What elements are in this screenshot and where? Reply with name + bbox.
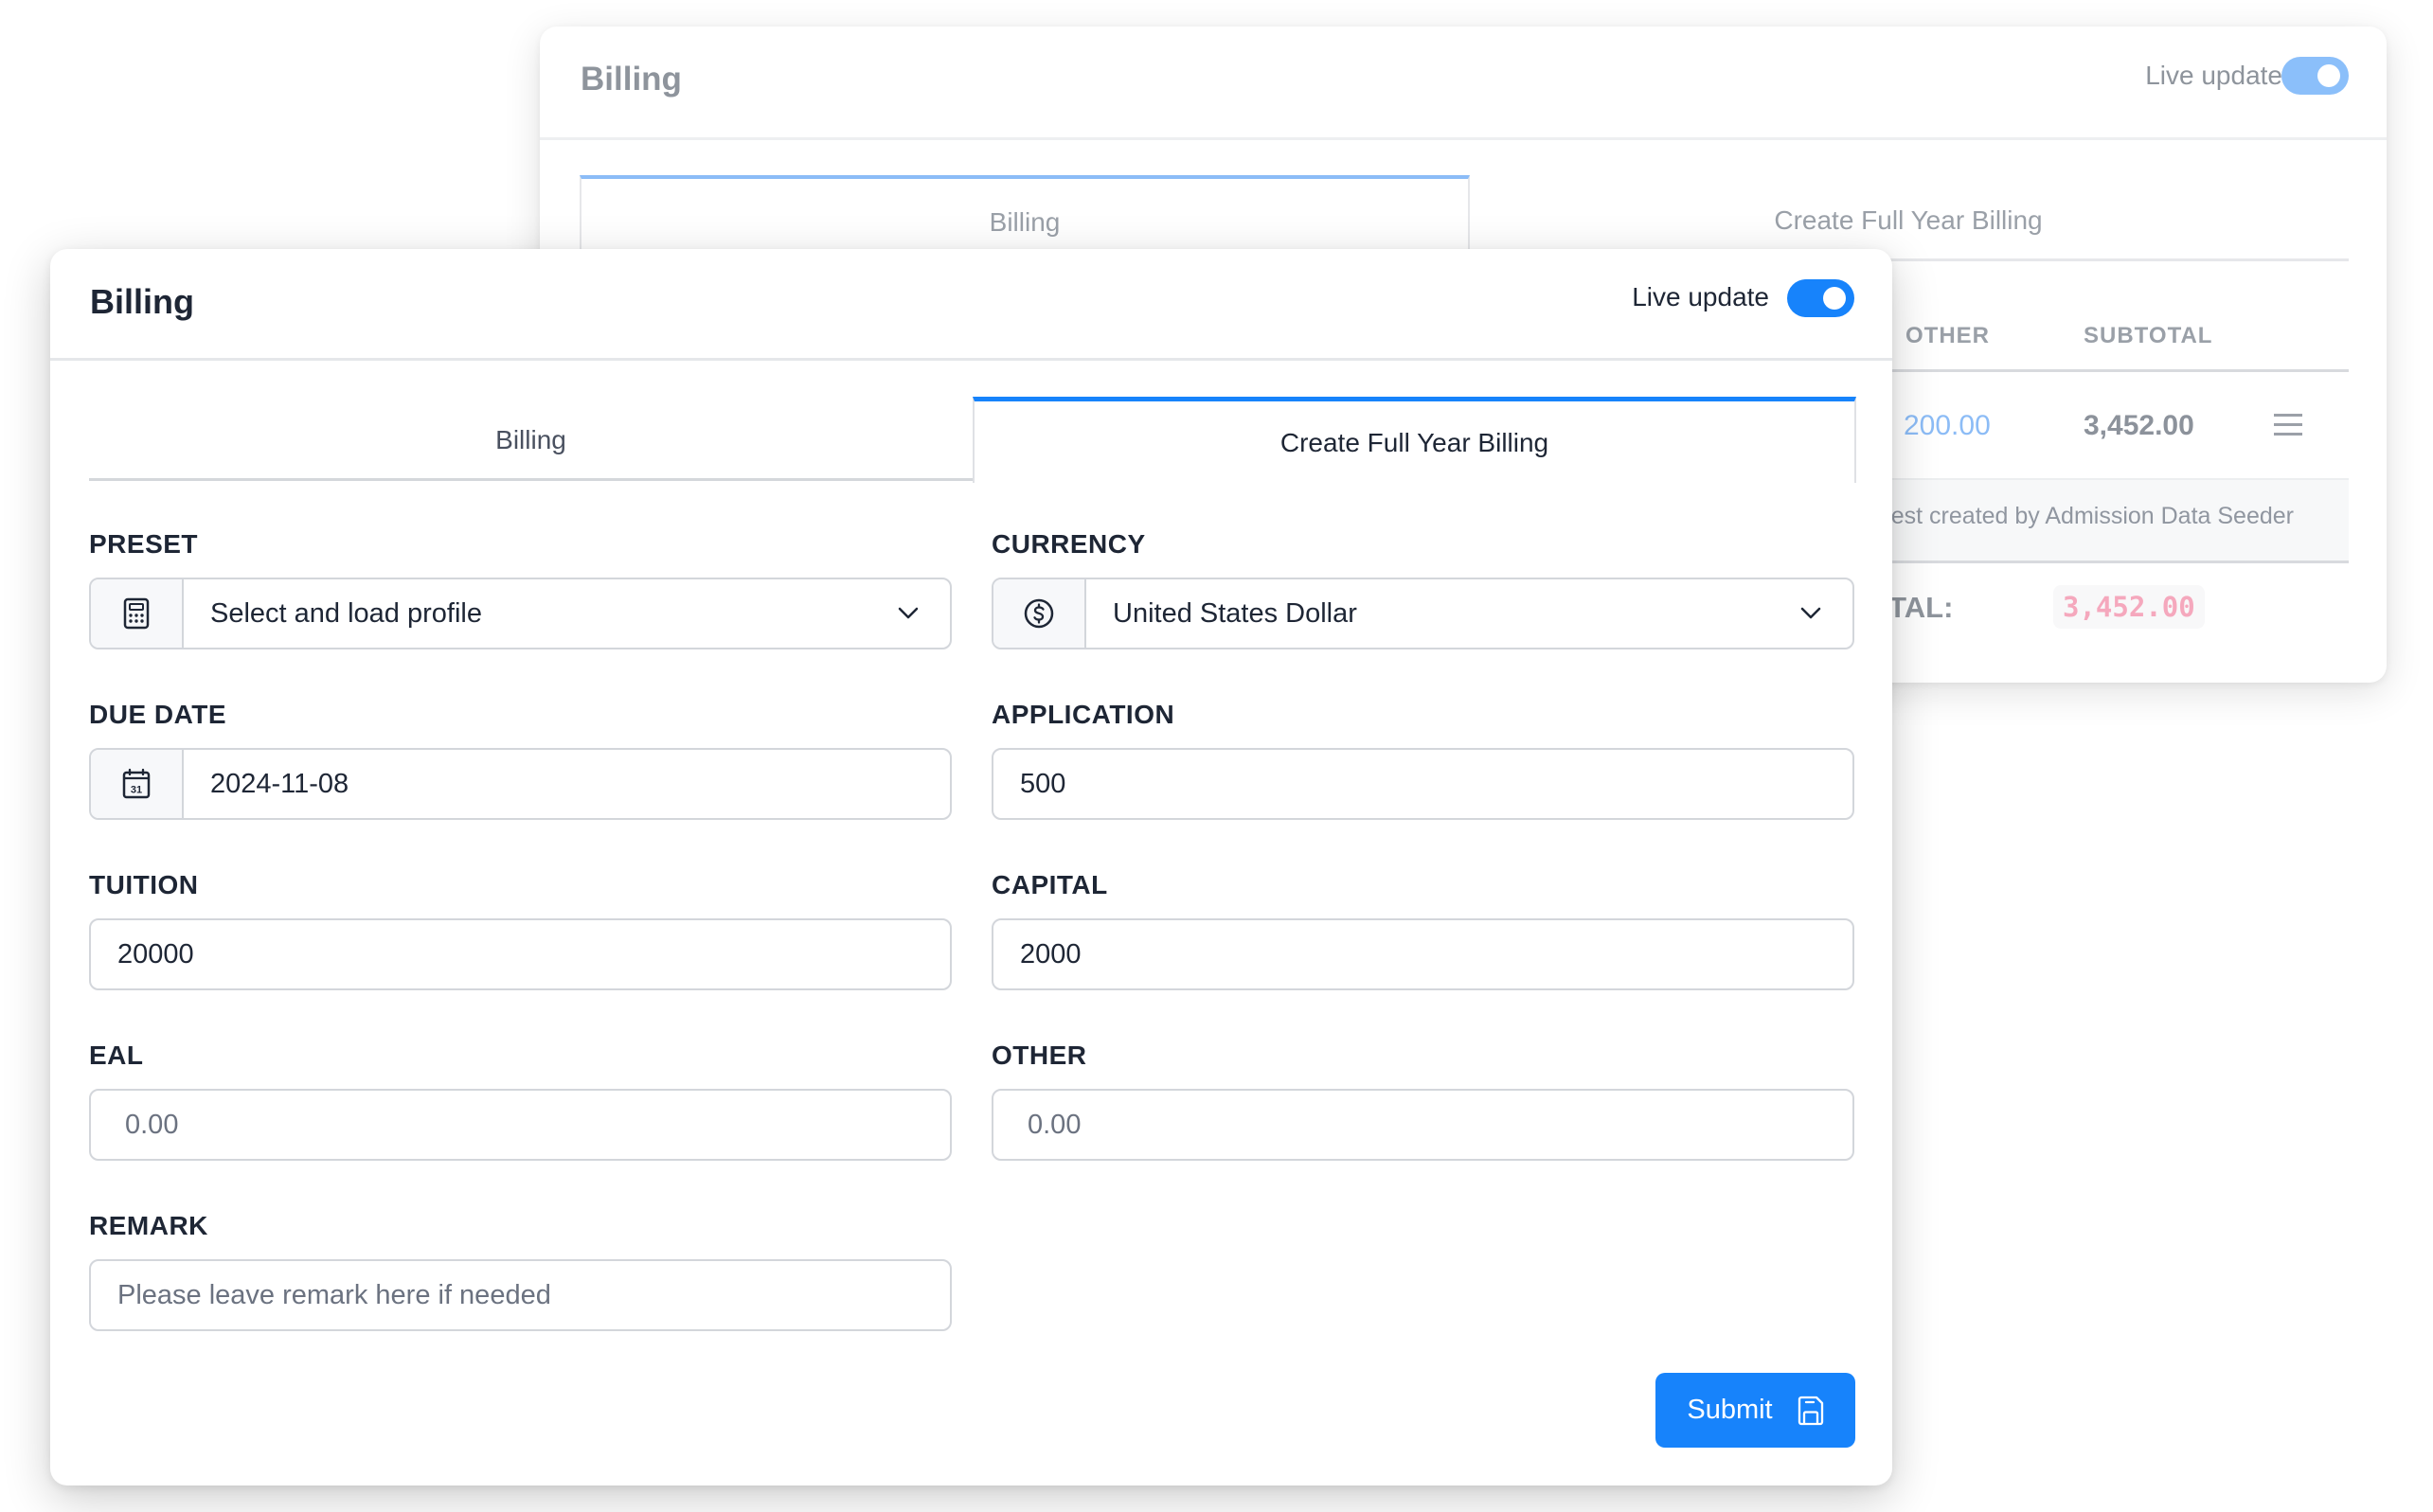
tab-billing[interactable]: Billing xyxy=(89,399,973,481)
other-input[interactable]: 0.00 xyxy=(992,1089,1854,1161)
other-label: OTHER xyxy=(992,1041,1087,1070)
save-icon xyxy=(1798,1396,1823,1425)
currency-addon xyxy=(993,579,1086,648)
capital-input[interactable]: 2000 xyxy=(992,918,1854,990)
panel-title: Billing xyxy=(581,61,682,98)
panel-header: Billing Live update xyxy=(540,27,2387,140)
currency-label: CURRENCY xyxy=(992,529,1146,559)
chevron-down-icon xyxy=(1782,607,1839,620)
cell-other: 200.00 xyxy=(1904,410,1991,441)
preset-value: Select and load profile xyxy=(210,597,482,629)
preset-addon xyxy=(91,579,184,648)
due-date-value: 2024-11-08 xyxy=(210,768,349,799)
calendar-icon: 31 xyxy=(122,768,151,799)
live-update-toggle[interactable] xyxy=(2281,57,2349,95)
tab-bar: Billing Create Full Year Billing xyxy=(89,397,1856,483)
submit-label: Submit xyxy=(1687,1395,1773,1425)
svg-text:31: 31 xyxy=(131,785,142,796)
capital-label: CAPITAL xyxy=(992,870,1108,899)
other-placeholder: 0.00 xyxy=(1028,1109,1082,1140)
live-update-label: Live update xyxy=(1632,282,1769,311)
column-header-subtotal: SUBTOTAL xyxy=(2084,323,2213,348)
capital-value: 2000 xyxy=(1020,938,1082,969)
application-value: 500 xyxy=(1020,768,1066,799)
live-update-toggle[interactable] xyxy=(1787,279,1854,317)
live-update-label: Live update xyxy=(2145,61,2282,90)
panel-header: Billing Live update xyxy=(50,249,1892,361)
tab-billing[interactable]: Billing xyxy=(580,175,1470,260)
currency-value: United States Dollar xyxy=(1113,597,1357,629)
billing-panel: Billing Live update Billing Create Full … xyxy=(50,249,1892,1485)
toggle-knob xyxy=(1823,287,1846,310)
column-header-other: OTHER xyxy=(1905,323,1990,348)
tuition-label: TUITION xyxy=(89,870,199,899)
application-input[interactable]: 500 xyxy=(992,748,1854,820)
application-label: APPLICATION xyxy=(992,700,1175,729)
chevron-down-icon xyxy=(880,607,937,620)
calculator-icon xyxy=(123,597,150,630)
remark-placeholder: Please leave remark here if needed xyxy=(117,1279,551,1310)
preset-label: PRESET xyxy=(89,529,199,559)
dollar-circle-icon xyxy=(1024,598,1054,629)
tuition-input[interactable]: 20000 xyxy=(89,918,952,990)
remark-text: est created by Admission Data Seeder xyxy=(1890,503,2294,529)
tuition-value: 20000 xyxy=(117,938,194,969)
tab-create-full-year-billing[interactable]: Create Full Year Billing xyxy=(973,397,1856,483)
remark-label: REMARK xyxy=(89,1211,208,1240)
currency-select[interactable]: United States Dollar xyxy=(992,578,1854,649)
eal-label: EAL xyxy=(89,1041,144,1070)
eal-input[interactable]: 0.00 xyxy=(89,1089,952,1161)
eal-placeholder: 0.00 xyxy=(125,1109,179,1140)
total-value: 3,452.00 xyxy=(2053,585,2205,629)
due-date-input[interactable]: 31 2024-11-08 xyxy=(89,748,952,820)
toggle-knob xyxy=(2317,64,2340,87)
due-date-label: DUE DATE xyxy=(89,700,227,729)
row-menu-icon[interactable] xyxy=(2274,414,2302,436)
due-date-addon: 31 xyxy=(91,750,184,818)
cell-subtotal: 3,452.00 xyxy=(2084,410,2194,441)
remark-input[interactable]: Please leave remark here if needed xyxy=(89,1259,952,1331)
panel-title: Billing xyxy=(90,282,194,321)
preset-select[interactable]: Select and load profile xyxy=(89,578,952,649)
submit-button[interactable]: Submit xyxy=(1655,1373,1855,1448)
